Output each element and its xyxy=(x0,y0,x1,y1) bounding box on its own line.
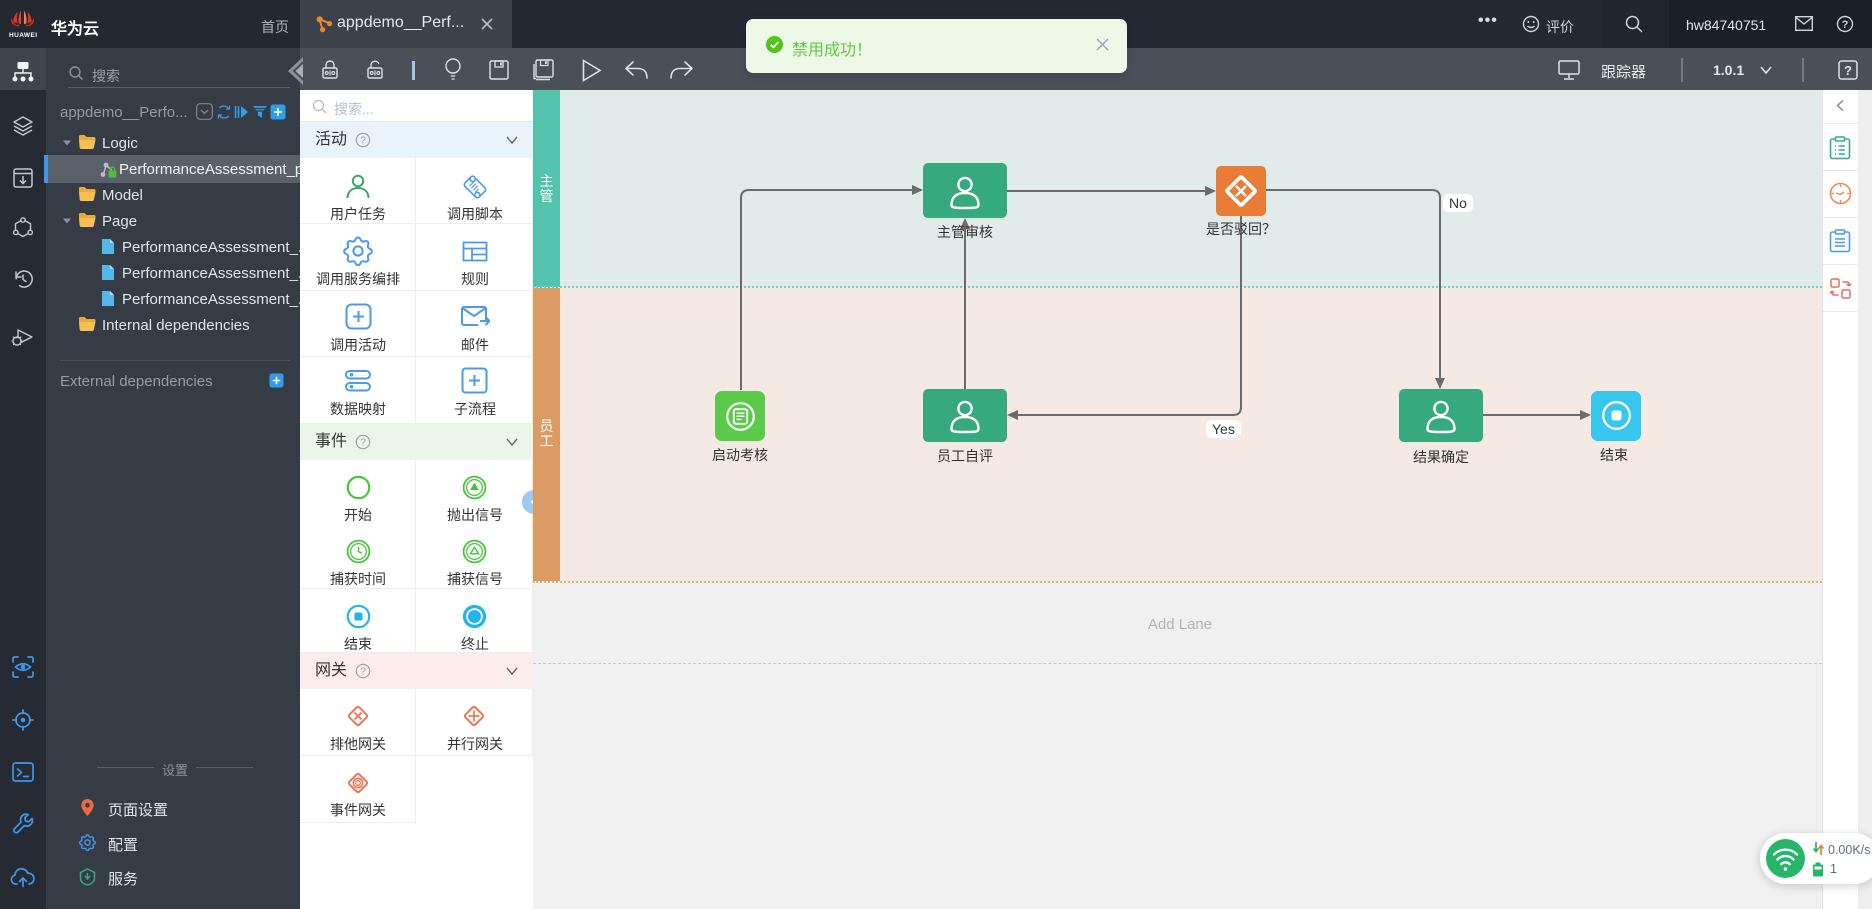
svg-text:?: ? xyxy=(1842,19,1849,31)
svg-text:?: ? xyxy=(1844,63,1852,78)
svg-text:?: ? xyxy=(360,438,366,449)
svg-text:?: ? xyxy=(360,667,366,678)
svg-text:?: ? xyxy=(360,136,366,147)
